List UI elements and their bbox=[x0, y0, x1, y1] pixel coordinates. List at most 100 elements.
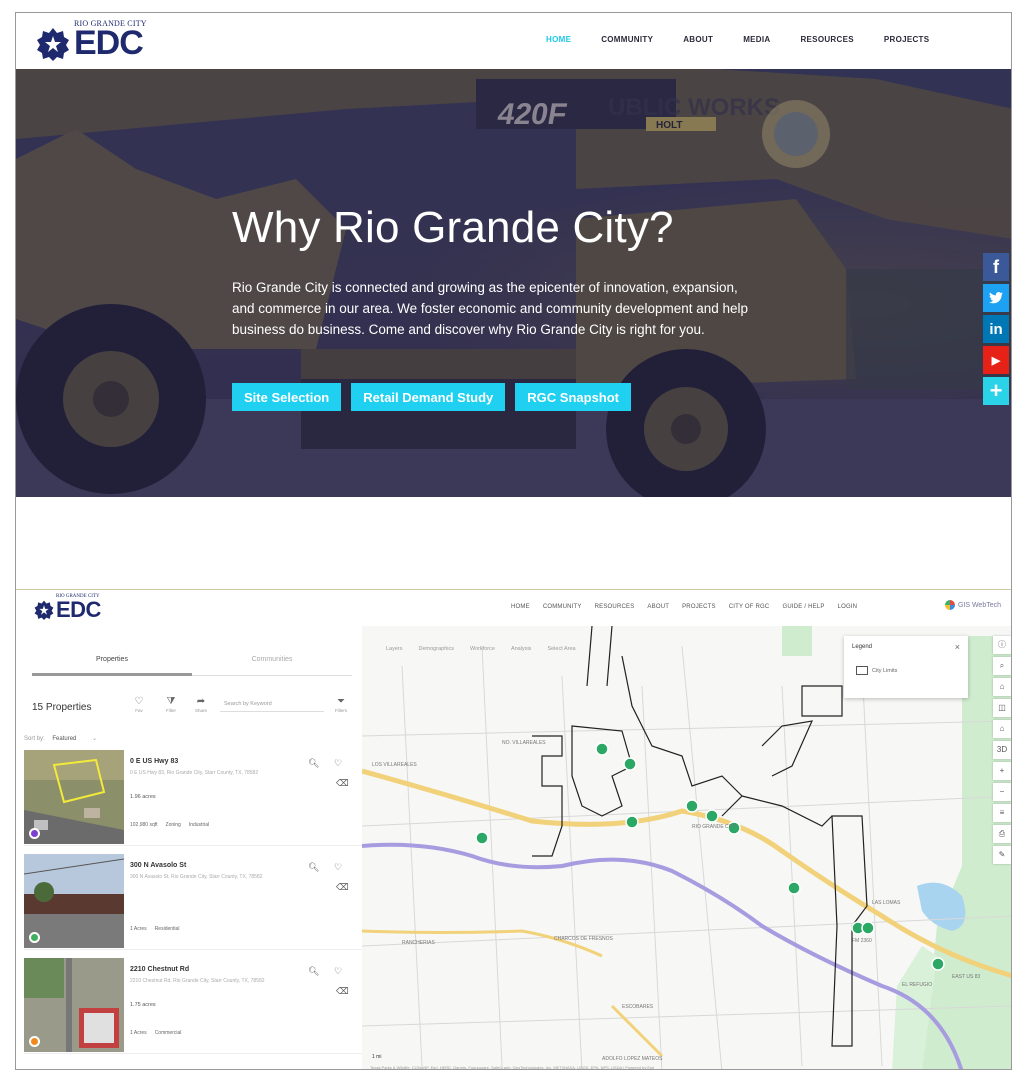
gis-nav-home[interactable]: HOME bbox=[511, 604, 530, 610]
search-icon[interactable]: ⌕ bbox=[993, 657, 1011, 675]
close-icon[interactable]: × bbox=[955, 642, 960, 652]
trash-icon[interactable]: ⌫ bbox=[336, 778, 349, 789]
layers-icon[interactable]: ≡ bbox=[993, 804, 1011, 822]
property-aerial-image bbox=[24, 750, 124, 844]
logo-wordmark: EDC bbox=[74, 24, 144, 62]
property-aerial-image bbox=[24, 958, 124, 1052]
legend-item-label: City Limits bbox=[872, 667, 898, 674]
draw-icon[interactable]: ✎ bbox=[993, 846, 1011, 864]
gis-nav-community[interactable]: COMMUNITY bbox=[543, 604, 582, 610]
site-selection-button[interactable]: Site Selection bbox=[232, 383, 342, 411]
share-label: Share bbox=[194, 708, 207, 713]
map-tab-demographics[interactable]: Demographics bbox=[419, 646, 454, 652]
youtube-icon[interactable]: ▶ bbox=[983, 346, 1009, 374]
gis-webtech-label: GIS WebTech bbox=[957, 601, 1001, 609]
city-limits-swatch bbox=[856, 666, 868, 675]
property-pin-icon bbox=[29, 828, 40, 839]
heart-icon[interactable]: ♡ bbox=[334, 966, 342, 977]
favorites-label: Fav bbox=[135, 708, 143, 713]
nav-resources[interactable]: RESOURCES bbox=[800, 35, 853, 44]
gis-nav-city[interactable]: CITY OF RGC bbox=[729, 604, 770, 610]
hero-description: Rio Grande City is connected and growing… bbox=[232, 280, 749, 337]
property-title[interactable]: 2210 Chestnut Rd bbox=[130, 966, 189, 973]
filters-button[interactable]: ⏷ Filters bbox=[330, 696, 352, 713]
zoom-to-icon[interactable]: 🔍︎ bbox=[308, 862, 319, 873]
zoom-in-icon[interactable]: + bbox=[993, 762, 1011, 780]
property-title[interactable]: 0 E US Hwy 83 bbox=[130, 758, 178, 765]
property-meta: 1 Acres Commercial bbox=[130, 1030, 181, 1036]
rgc-snapshot-button[interactable]: RGC Snapshot bbox=[515, 383, 632, 411]
nav-about[interactable]: ABOUT bbox=[683, 35, 713, 44]
home-icon[interactable]: ⌂ bbox=[993, 678, 1011, 696]
share-button[interactable]: ➦ Share bbox=[190, 696, 212, 713]
zoom-to-icon[interactable]: 🔍︎ bbox=[308, 966, 319, 977]
zoom-to-icon[interactable]: 🔍︎ bbox=[308, 758, 319, 769]
hero-title: Why Rio Grande City? bbox=[232, 203, 674, 252]
gis-webtech-logo-icon bbox=[944, 600, 955, 610]
heart-icon[interactable]: ♡ bbox=[334, 862, 342, 873]
gis-edc-logo[interactable]: RIO GRANDE CITY EDC bbox=[34, 594, 124, 624]
map-controls: ⓘ ⌕ ⌂ ◫ ⌂ 3D + − ≡ ⎙ ✎ bbox=[993, 636, 1011, 864]
gis-webtech-brand[interactable]: GIS WebTech bbox=[944, 600, 1001, 610]
sort-value: Featured bbox=[52, 736, 77, 742]
property-card[interactable]: 0 E US Hwy 83 0 E US Hwy 83, Rio Grande … bbox=[24, 750, 362, 846]
social-share-bar: f in ▶ + bbox=[983, 253, 1009, 405]
linkedin-icon[interactable]: in bbox=[983, 315, 1009, 343]
share-plus-icon[interactable]: + bbox=[983, 377, 1009, 405]
gis-nav-guide[interactable]: GUIDE / HELP bbox=[782, 604, 824, 610]
split-view-icon[interactable]: ◫ bbox=[993, 699, 1011, 717]
place-label: ADOLFO LOPEZ MATEOS bbox=[602, 1056, 663, 1062]
trash-icon[interactable]: ⌫ bbox=[336, 882, 349, 893]
property-title[interactable]: 300 N Avasolo St bbox=[130, 862, 186, 869]
map-tab-layers[interactable]: Layers bbox=[386, 646, 403, 652]
sort-select[interactable]: Sort by: Featured ⌄ bbox=[24, 735, 97, 742]
home-extent-icon[interactable]: ⌂ bbox=[993, 720, 1011, 738]
map-tab-analysis[interactable]: Analysis bbox=[511, 646, 531, 652]
map-tab-select-area[interactable]: Select Area bbox=[547, 646, 575, 652]
chevron-down-icon: ⌄ bbox=[92, 736, 98, 742]
favorites-button[interactable]: ♡ Fav bbox=[128, 696, 150, 713]
retail-demand-study-button[interactable]: Retail Demand Study bbox=[351, 383, 506, 411]
gis-logo-wordmark: EDC bbox=[56, 597, 101, 622]
map-tab-workforce[interactable]: Workforce bbox=[470, 646, 495, 652]
property-size: 1.96 acres bbox=[130, 794, 156, 800]
gis-nav-about[interactable]: ABOUT bbox=[647, 604, 669, 610]
heart-icon[interactable]: ♡ bbox=[334, 758, 342, 769]
place-label: CHARCOS DE FRESNOS bbox=[554, 936, 614, 942]
edc-logo[interactable]: RIO GRANDE CITY EDC bbox=[36, 19, 176, 63]
trash-icon[interactable]: ⌫ bbox=[336, 986, 349, 997]
property-meta-zoning: Zoning bbox=[165, 822, 181, 828]
gis-star-badge-icon bbox=[34, 600, 54, 620]
print-icon[interactable]: ⎙ bbox=[993, 825, 1011, 843]
facebook-icon[interactable]: f bbox=[983, 253, 1009, 281]
gis-nav-login[interactable]: LOGIN bbox=[838, 604, 858, 610]
place-label: FM 2360 bbox=[852, 938, 872, 944]
gis-nav-projects[interactable]: PROJECTS bbox=[682, 604, 716, 610]
keyword-search-input[interactable]: Search by Keyword bbox=[220, 698, 324, 712]
property-card[interactable]: 300 N Avasolo St 300 N Avasolo St, Rio G… bbox=[24, 854, 362, 950]
hero-section: 420F UBLIC WORKS HOLT Why Rio Grande Cit… bbox=[16, 69, 1011, 497]
info-icon[interactable]: ⓘ bbox=[993, 636, 1011, 654]
property-card[interactable]: 2210 Chestnut Rd 2210 Chestnut Rd, Rio G… bbox=[24, 958, 362, 1054]
hero-buttons: Site Selection Retail Demand Study RGC S… bbox=[232, 383, 632, 411]
tab-properties[interactable]: Properties bbox=[32, 652, 192, 676]
map-view[interactable]: LOS VILLAREALES NO. VILLAREALES RIO GRAN… bbox=[362, 626, 1011, 1069]
property-address: 300 N Avasolo St, Rio Grande City, Starr… bbox=[130, 874, 263, 880]
3d-toggle-icon[interactable]: 3D bbox=[993, 741, 1011, 759]
twitter-icon[interactable] bbox=[983, 284, 1009, 312]
tab-communities[interactable]: Communities bbox=[192, 652, 352, 676]
nav-media[interactable]: MEDIA bbox=[743, 35, 770, 44]
map-legend: Legend × City Limits bbox=[844, 636, 968, 698]
nav-projects[interactable]: PROJECTS bbox=[884, 35, 930, 44]
gis-nav-resources[interactable]: RESOURCES bbox=[595, 604, 635, 610]
zoom-out-icon[interactable]: − bbox=[993, 783, 1011, 801]
place-label: LAS LOMAS bbox=[872, 900, 901, 906]
filter-button[interactable]: ⧩ Filter bbox=[160, 696, 182, 713]
filter-tool-label: Filter bbox=[166, 708, 176, 713]
nav-community[interactable]: COMMUNITY bbox=[601, 35, 653, 44]
property-pin-icon bbox=[29, 932, 40, 943]
nav-home[interactable]: HOME bbox=[546, 35, 571, 44]
screenshot-frame: RIO GRANDE CITY EDC HOME COMMUNITY ABOUT… bbox=[15, 12, 1012, 1070]
legend-item: City Limits bbox=[856, 666, 897, 675]
funnel-icon: ⏷ bbox=[337, 696, 345, 707]
